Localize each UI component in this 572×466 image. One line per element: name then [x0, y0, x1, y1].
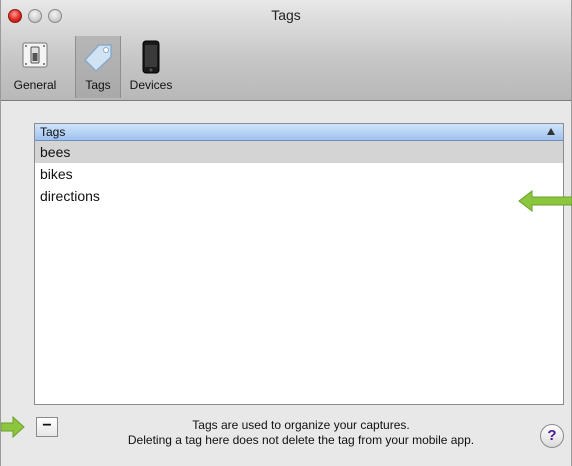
- table-row[interactable]: directions: [35, 185, 563, 207]
- toolbar-devices-label: Devices: [129, 78, 173, 92]
- tags-column-header[interactable]: Tags: [35, 124, 563, 141]
- table-row[interactable]: bikes: [35, 163, 563, 185]
- switch-icon: [20, 40, 50, 73]
- info-line-1: Tags are used to organize your captures.: [192, 418, 410, 432]
- window-title: Tags: [271, 7, 301, 23]
- toolbar-general[interactable]: General: [3, 36, 67, 98]
- help-button[interactable]: ?: [540, 424, 564, 448]
- info-line-2: Deleting a tag here does not delete the …: [127, 433, 475, 447]
- toolbar-tags-label: Tags: [85, 78, 111, 92]
- tags-column-label: Tags: [40, 125, 66, 139]
- preferences-window: Tags General Tags Devices Tags bees bike…: [0, 0, 572, 466]
- phone-icon: [140, 40, 162, 77]
- toolbar-tags[interactable]: Tags: [75, 36, 121, 98]
- tags-table[interactable]: Tags bees bikes directions: [34, 123, 564, 405]
- remove-tag-button[interactable]: −: [36, 417, 58, 437]
- annotation-arrow-icon: [518, 189, 572, 217]
- table-row[interactable]: bees: [35, 141, 563, 163]
- toolbar-general-label: General: [13, 78, 57, 92]
- toolbar-devices[interactable]: Devices: [123, 36, 179, 98]
- sort-ascending-icon: [547, 128, 555, 135]
- info-text: Tags are used to organize your captures.…: [71, 418, 531, 448]
- title-bar: Tags General Tags Devices: [1, 0, 571, 101]
- annotation-arrow-icon: [0, 415, 25, 443]
- tag-icon: [81, 40, 115, 77]
